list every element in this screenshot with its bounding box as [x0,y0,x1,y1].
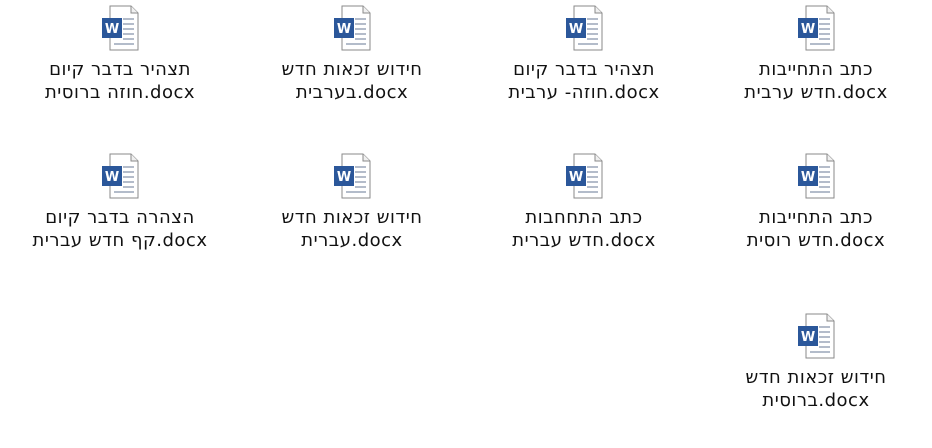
file-name-line: ברוסית.docx [762,390,870,411]
file-name: הצהרה בדבר קיום קף חדש עברית.docx [4,206,236,252]
word-document-icon: W [334,153,371,199]
file-name-line: תצהיר בדבר קיום [513,59,655,80]
file-name-line: כתב התחחבות [525,207,643,228]
file-name-line: חדש ערבית.docx [744,82,888,103]
file-name-line: חידוש זכאות חדש [281,207,423,228]
file-item[interactable]: W חידוש זכאות חדש בערבית.docx [236,0,468,140]
file-item[interactable]: W תצהיר בדבר קיום חוזה- ערבית.docx [468,0,700,140]
file-name: כתב התחייבות חדש רוסית.docx [700,206,932,252]
file-name: כתב התחייבות חדש ערבית.docx [700,58,932,104]
word-document-icon: W [798,153,835,199]
file-item[interactable]: W כתב התחייבות חדש רוסית.docx [700,148,932,288]
file-item[interactable]: W כתב התחחבות חדש עברית.docx [468,148,700,288]
svg-text:W: W [105,22,119,37]
file-name-line: תצהיר בדבר קיום [49,59,191,80]
file-name: תצהיר בדבר קיום חוזה- ערבית.docx [468,58,700,104]
word-document-icon: W [102,153,139,199]
file-name-line: כתב התחייבות [758,59,874,80]
svg-text:W: W [337,170,351,185]
svg-text:W: W [801,22,815,37]
word-document-icon: W [334,5,371,51]
file-name: חידוש זכאות חדש ברוסית.docx [700,366,932,412]
svg-text:W: W [105,170,119,185]
file-name-line: בערבית.docx [295,82,409,103]
svg-text:W: W [801,170,815,185]
file-name-line: הצהרה בדבר קיום [45,207,195,228]
file-item[interactable]: W חידוש זכאות חדש עברית.docx [236,148,468,288]
file-name-line: חידוש זכאות חדש [281,59,423,80]
file-name-line: חדש עברית.docx [512,230,656,251]
word-document-icon: W [566,153,603,199]
svg-text:W: W [569,22,583,37]
file-name: כתב התחחבות חדש עברית.docx [468,206,700,252]
word-document-icon: W [798,313,835,359]
file-name-line: כתב התחייבות [758,207,874,228]
svg-text:W: W [569,170,583,185]
file-item[interactable]: W כתב התחייבות חדש ערבית.docx [700,0,932,140]
svg-text:W: W [801,330,815,345]
file-name-line: חוזה- ערבית.docx [508,82,660,103]
svg-text:W: W [337,22,351,37]
file-name-line: חוזה ברוסית.docx [44,82,196,103]
word-document-icon: W [566,5,603,51]
file-name: חידוש זכאות חדש בערבית.docx [236,58,468,104]
word-document-icon: W [798,5,835,51]
file-name-line: קף חדש עברית.docx [32,230,208,251]
file-item[interactable]: W הצהרה בדבר קיום קף חדש עברית.docx [4,148,236,288]
file-item[interactable]: W חידוש זכאות חדש ברוסית.docx [700,308,932,448]
file-name: חידוש זכאות חדש עברית.docx [236,206,468,252]
file-name-line: חדש רוסית.docx [746,230,886,251]
file-grid: W כתב התחייבות חדש ערבית.docx W תצהיר בד… [0,0,932,425]
file-name: תצהיר בדבר קיום חוזה ברוסית.docx [4,58,236,104]
file-name-line: חידוש זכאות חדש [745,367,887,388]
file-name-line: עברית.docx [301,230,403,251]
file-item[interactable]: W תצהיר בדבר קיום חוזה ברוסית.docx [4,0,236,140]
word-document-icon: W [102,5,139,51]
